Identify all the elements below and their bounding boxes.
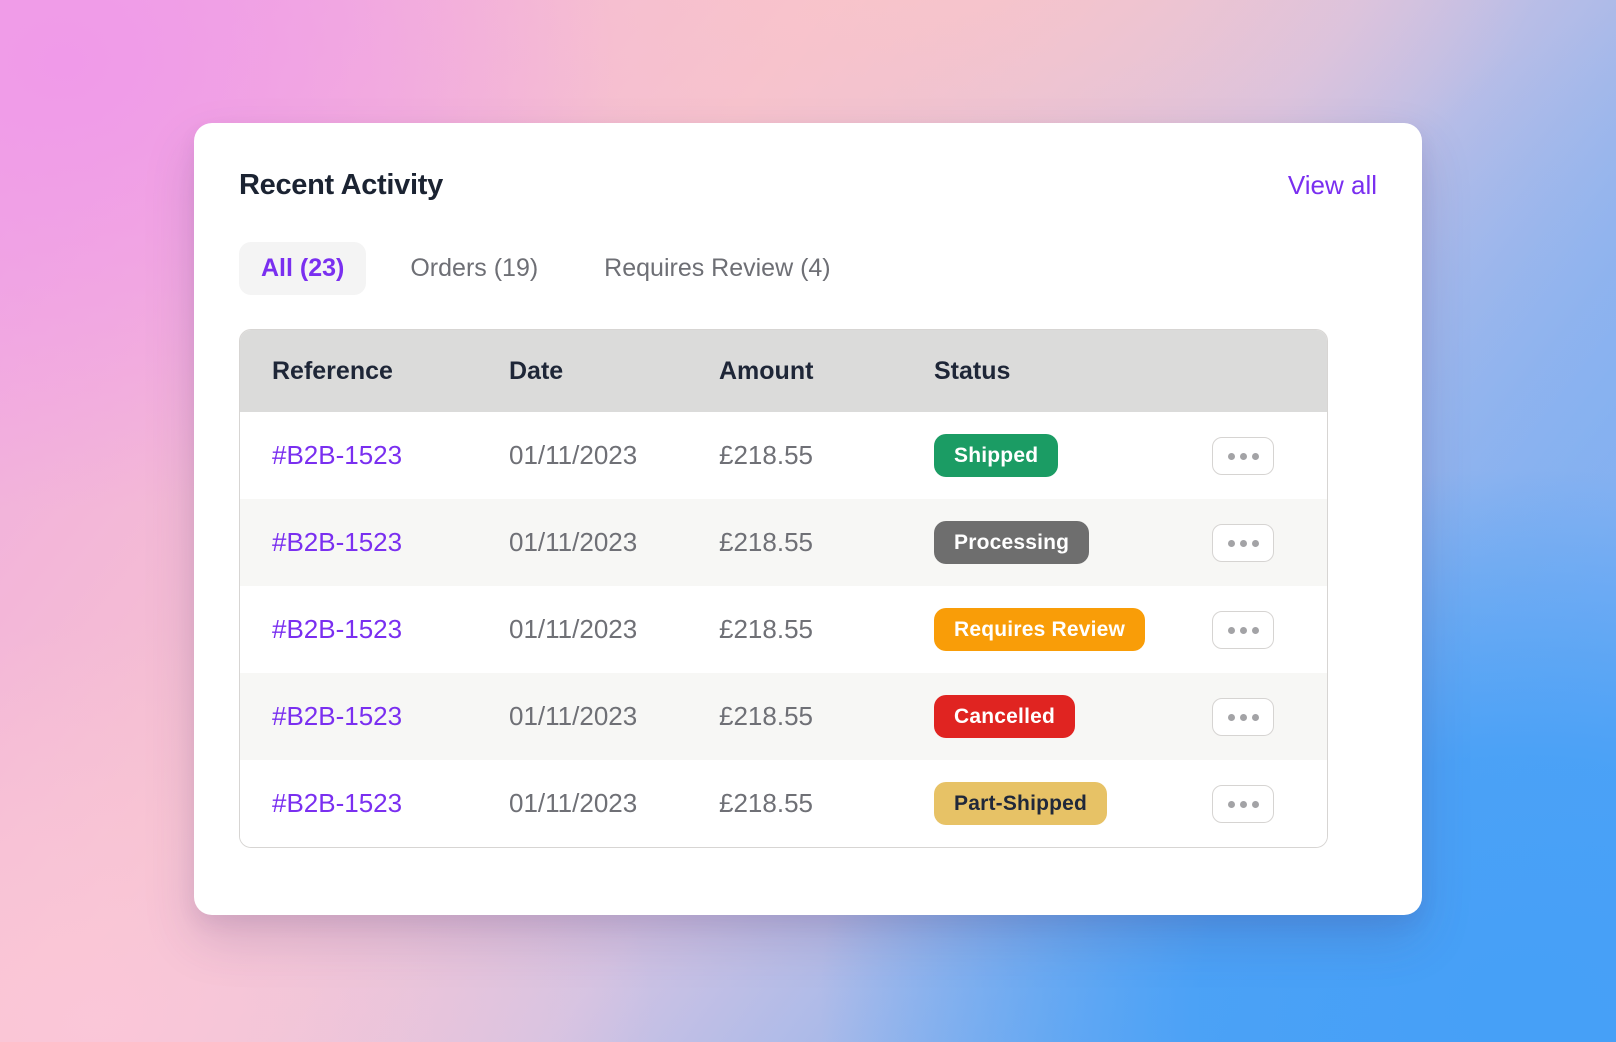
- column-header-status: Status: [934, 357, 1212, 386]
- page-title: Recent Activity: [239, 169, 443, 202]
- ellipsis-dot: [1252, 627, 1259, 634]
- cell-date: 01/11/2023: [509, 440, 719, 471]
- ellipsis-dot: [1252, 540, 1259, 547]
- activity-table: Reference Date Amount Status #B2B-1523 0…: [239, 329, 1328, 848]
- cell-status: Requires Review: [934, 608, 1212, 651]
- row-actions-ellipsis-button[interactable]: [1212, 611, 1274, 649]
- table-row: #B2B-1523 01/11/2023 £218.55 Shipped: [240, 412, 1327, 499]
- cell-amount: £218.55: [719, 527, 934, 558]
- column-header-date: Date: [509, 357, 719, 386]
- cell-date: 01/11/2023: [509, 614, 719, 645]
- cell-reference-link[interactable]: #B2B-1523: [272, 440, 509, 471]
- ellipsis-dot: [1252, 714, 1259, 721]
- ellipsis-dot: [1240, 627, 1247, 634]
- cell-actions: [1212, 697, 1327, 737]
- tab-orders-19[interactable]: Orders (19): [388, 242, 560, 295]
- activity-tabs: All (23) Orders (19) Requires Review (4): [239, 242, 1377, 295]
- cell-status: Shipped: [934, 434, 1212, 477]
- ellipsis-dot: [1228, 627, 1235, 634]
- table-row: #B2B-1523 01/11/2023 £218.55 Processing: [240, 499, 1327, 586]
- cell-date: 01/11/2023: [509, 788, 719, 819]
- ellipsis-dot: [1228, 714, 1235, 721]
- cell-amount: £218.55: [719, 440, 934, 471]
- table-row: #B2B-1523 01/11/2023 £218.55 Part-Shippe…: [240, 760, 1327, 847]
- cell-date: 01/11/2023: [509, 701, 719, 732]
- cell-status: Cancelled: [934, 695, 1212, 738]
- tab-all-23[interactable]: All (23): [239, 242, 366, 295]
- ellipsis-dot: [1252, 453, 1259, 460]
- cell-reference-link[interactable]: #B2B-1523: [272, 614, 509, 645]
- row-actions-ellipsis-button[interactable]: [1212, 437, 1274, 475]
- cell-amount: £218.55: [719, 788, 934, 819]
- table-row: #B2B-1523 01/11/2023 £218.55 Cancelled: [240, 673, 1327, 760]
- cell-status: Processing: [934, 521, 1212, 564]
- ellipsis-dot: [1240, 714, 1247, 721]
- view-all-link[interactable]: View all: [1288, 170, 1377, 201]
- status-badge: Cancelled: [934, 695, 1075, 738]
- table-body: #B2B-1523 01/11/2023 £218.55 Shipped #B2…: [240, 412, 1327, 847]
- ellipsis-dot: [1252, 801, 1259, 808]
- status-badge: Requires Review: [934, 608, 1145, 651]
- cell-amount: £218.55: [719, 614, 934, 645]
- ellipsis-dot: [1240, 801, 1247, 808]
- ellipsis-dot: [1240, 453, 1247, 460]
- status-badge: Part-Shipped: [934, 782, 1107, 825]
- table-header-row: Reference Date Amount Status: [240, 330, 1327, 412]
- column-header-reference: Reference: [272, 357, 509, 386]
- row-actions-ellipsis-button[interactable]: [1212, 785, 1274, 823]
- tab-requires-review-4[interactable]: Requires Review (4): [582, 242, 852, 295]
- cell-amount: £218.55: [719, 701, 934, 732]
- ellipsis-dot: [1228, 801, 1235, 808]
- cell-actions: [1212, 784, 1327, 824]
- cell-actions: [1212, 610, 1327, 650]
- cell-reference-link[interactable]: #B2B-1523: [272, 701, 509, 732]
- status-badge: Shipped: [934, 434, 1058, 477]
- cell-actions: [1212, 436, 1327, 476]
- cell-reference-link[interactable]: #B2B-1523: [272, 788, 509, 819]
- row-actions-ellipsis-button[interactable]: [1212, 698, 1274, 736]
- ellipsis-dot: [1228, 453, 1235, 460]
- ellipsis-dot: [1240, 540, 1247, 547]
- cell-status: Part-Shipped: [934, 782, 1212, 825]
- status-badge: Processing: [934, 521, 1089, 564]
- recent-activity-card: Recent Activity View all All (23) Orders …: [194, 123, 1422, 915]
- column-header-amount: Amount: [719, 357, 934, 386]
- ellipsis-dot: [1228, 540, 1235, 547]
- card-header: Recent Activity View all: [239, 169, 1377, 202]
- cell-actions: [1212, 523, 1327, 563]
- cell-date: 01/11/2023: [509, 527, 719, 558]
- gradient-background: Recent Activity View all All (23) Orders …: [0, 0, 1616, 1042]
- row-actions-ellipsis-button[interactable]: [1212, 524, 1274, 562]
- cell-reference-link[interactable]: #B2B-1523: [272, 527, 509, 558]
- table-row: #B2B-1523 01/11/2023 £218.55 Requires Re…: [240, 586, 1327, 673]
